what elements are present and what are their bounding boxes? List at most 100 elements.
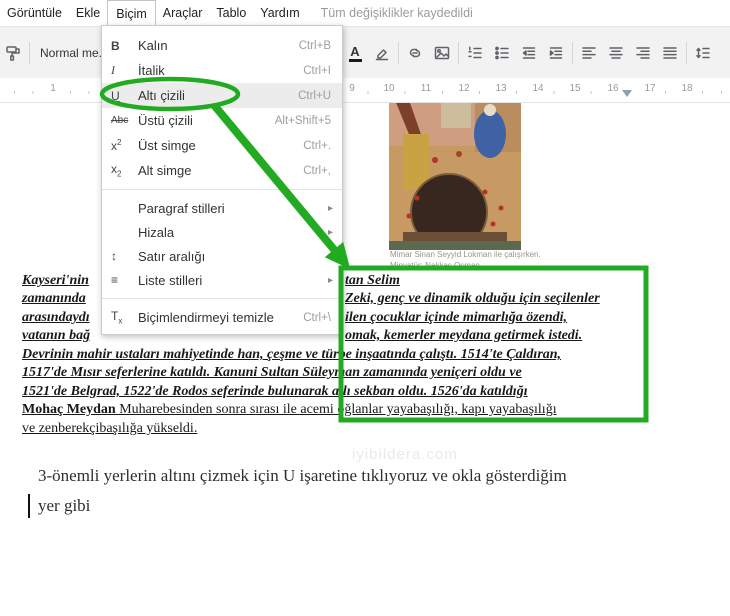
clear-formatting-icon: Tx	[111, 309, 123, 326]
toolbar-separator	[458, 42, 459, 64]
text-color-label: A	[350, 43, 360, 59]
instruction-line1[interactable]: 3-önemli yerlerin altını çizmek için U i…	[38, 466, 567, 486]
align-justify-icon[interactable]	[659, 40, 681, 66]
menu-item-satir-araligi[interactable]: ↕ Satır aralığı ▸	[102, 244, 342, 268]
paragraph-line[interactable]: vatanın bağ	[22, 327, 90, 344]
menu-item-shortcut: Ctrl+U	[298, 89, 331, 102]
align-center-icon[interactable]	[605, 40, 627, 66]
menu-item-label: Alt simge	[138, 163, 192, 178]
text-cursor	[28, 494, 30, 518]
line-spacing-icon[interactable]	[692, 40, 714, 66]
image-caption-line2[interactable]: Minyatür: Nakkaş Osman	[390, 261, 480, 270]
highlight-color-button[interactable]	[371, 40, 393, 66]
menu-ekle[interactable]: Ekle	[69, 0, 107, 26]
document-inline-image[interactable]	[389, 100, 521, 251]
list-styles-icon: ≡	[111, 273, 119, 287]
menu-item-liste-stilleri[interactable]: ≡ Liste stilleri ▸	[102, 268, 342, 292]
menu-item-italik[interactable]: I İtalik Ctrl+I	[102, 58, 342, 83]
image-caption-line1[interactable]: Mimar Sinan Seyyid Lokman ile çalışırken…	[390, 250, 541, 259]
format-menu: B Kalın Ctrl+B I İtalik Ctrl+I U Altı çi…	[101, 25, 343, 335]
submenu-arrow-icon: ▸	[327, 202, 333, 214]
menu-item-label: Biçimlendirmeyi temizle	[138, 310, 274, 325]
paragraph-line[interactable]: Devrinin mahir ustaları mahiyetinde han,…	[22, 346, 561, 363]
margin-marker[interactable]	[622, 90, 632, 97]
menu-item-shortcut: Ctrl+,	[303, 164, 331, 177]
menu-item-shortcut: Ctrl+.	[303, 139, 331, 152]
bulleted-list-icon[interactable]	[491, 40, 513, 66]
watermark: iyibildera.com	[352, 446, 458, 463]
google-docs-window: Görüntüle Ekle Biçim Araçlar Tablo Yardı…	[0, 0, 730, 616]
menu-item-label: İtalik	[138, 63, 165, 78]
menu-item-paragraf-stilleri[interactable]: Paragraf stilleri ▸	[102, 196, 342, 220]
toolbar-separator	[572, 42, 573, 64]
insert-image-icon[interactable]	[431, 40, 453, 66]
paragraph-line[interactable]: ve zenberekçibaşılığa yükseldi.	[22, 420, 197, 437]
paragraph-line[interactable]: Mohaç Meydan Muharebesinden sonra sırası…	[22, 401, 557, 418]
menu-item-label: Üst simge	[138, 138, 196, 153]
save-status: Tüm değişiklikler kaydedildi	[320, 6, 473, 20]
insert-link-icon[interactable]	[404, 40, 426, 66]
menu-item-hizala[interactable]: Hizala ▸	[102, 220, 342, 244]
menu-item-bicimlendirmeyi-temizle[interactable]: Tx Biçimlendirmeyi temizle Ctrl+\	[102, 305, 342, 330]
toolbar-separator	[29, 42, 30, 64]
text-color-swatch	[348, 58, 362, 62]
ruler-number: 17	[643, 83, 657, 95]
align-left-icon[interactable]	[578, 40, 600, 66]
align-right-icon[interactable]	[632, 40, 654, 66]
ruler-number: 15	[568, 83, 582, 95]
menu-yardim[interactable]: Yardım	[253, 0, 306, 26]
paragraph-line[interactable]: omak, kemerler meydana getirmek istedi.	[345, 327, 582, 344]
increase-indent-icon[interactable]	[545, 40, 567, 66]
menu-goruntule[interactable]: Görüntüle	[0, 0, 69, 26]
paragraph-line[interactable]: ilen çocuklar içinde mimarlığa özendi,	[345, 309, 567, 326]
paint-format-icon[interactable]	[2, 40, 24, 66]
menu-item-ustu-cizili[interactable]: Abc Üstü çizili Alt+Shift+5	[102, 108, 342, 133]
toolbar-separator	[398, 42, 399, 64]
menu-bicim[interactable]: Biçim	[107, 0, 156, 26]
menu-item-label: Paragraf stilleri	[138, 200, 225, 216]
ruler-number: 9	[345, 83, 359, 95]
paragraph-line[interactable]: zamanında	[22, 290, 86, 307]
submenu-arrow-icon: ▸	[327, 274, 333, 286]
menu-separator	[102, 298, 342, 299]
menu-item-label: Altı çizili	[138, 88, 185, 103]
menu-separator	[102, 189, 342, 190]
ruler-number: 10	[382, 83, 396, 95]
menu-item-label: Satır aralığı	[138, 248, 206, 264]
menu-item-alti-cizili[interactable]: U Altı çizili Ctrl+U	[102, 83, 342, 108]
menu-item-ust-simge[interactable]: x2 Üst simge Ctrl+.	[102, 133, 342, 158]
regular-run: Muharebesinden sonra sırası ile acemi oğ…	[115, 402, 557, 417]
numbered-list-icon[interactable]	[464, 40, 486, 66]
underline-icon: U	[111, 88, 120, 103]
menu-item-label: Liste stilleri	[138, 272, 203, 288]
menu-item-shortcut: Ctrl+I	[303, 64, 331, 77]
menu-bar: Görüntüle Ekle Biçim Araçlar Tablo Yardı…	[0, 0, 730, 26]
menu-item-kalin[interactable]: B Kalın Ctrl+B	[102, 33, 342, 58]
menu-item-shortcut: Ctrl+\	[303, 311, 331, 324]
menu-tablo[interactable]: Tablo	[209, 0, 253, 26]
menu-item-alt-simge[interactable]: x2 Alt simge Ctrl+,	[102, 158, 342, 183]
bold-icon: B	[111, 38, 120, 53]
paragraph-line[interactable]: 1517'de Mısır seferlerine katıldı. Kanun…	[22, 364, 522, 381]
strikethrough-icon: Abc	[111, 115, 129, 126]
paragraph-line[interactable]: Zeki, genç ve dinamik olduğu için seçile…	[345, 290, 600, 307]
bold-run: Mohaç Meydan	[22, 402, 116, 417]
menu-araclar[interactable]: Araçlar	[156, 0, 210, 26]
menu-item-shortcut: Ctrl+B	[298, 39, 331, 52]
text-color-button[interactable]: A	[344, 40, 366, 66]
paragraph-line[interactable]: Kayseri'nin	[22, 272, 89, 289]
line-spacing-icon: ↕	[111, 249, 117, 263]
decrease-indent-icon[interactable]	[518, 40, 540, 66]
ruler-number: 14	[531, 83, 545, 95]
subscript-icon: x2	[111, 162, 122, 179]
italic-icon: I	[111, 63, 115, 77]
paragraph-line[interactable]: tan Selim	[345, 272, 400, 289]
submenu-arrow-icon: ▸	[327, 250, 333, 262]
paragraph-line[interactable]: arasındaydı	[22, 309, 90, 326]
ruler-number: 11	[419, 83, 433, 95]
toolbar-separator	[686, 42, 687, 64]
menu-item-label: Kalın	[138, 38, 168, 53]
instruction-line2[interactable]: yer gibi	[38, 496, 90, 516]
ruler-number: 18	[680, 83, 694, 95]
paragraph-line[interactable]: 1521'de Belgrad, 1522'de Rodos seferinde…	[22, 383, 528, 400]
